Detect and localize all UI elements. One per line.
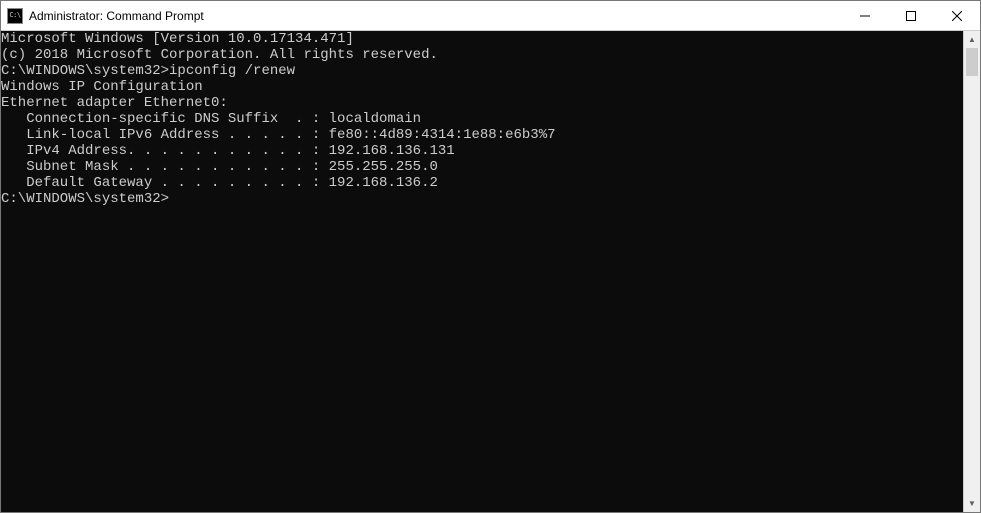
terminal-line: C:\WINDOWS\system32>ipconfig /renew xyxy=(1,63,963,79)
window-controls xyxy=(842,1,980,30)
scrollbar-track[interactable] xyxy=(964,48,980,495)
terminal-line: (c) 2018 Microsoft Corporation. All righ… xyxy=(1,47,963,63)
window-title: Administrator: Command Prompt xyxy=(29,9,204,23)
terminal-line: Connection-specific DNS Suffix . : local… xyxy=(1,111,963,127)
cmd-icon: C:\ xyxy=(7,8,23,24)
titlebar-left: C:\ Administrator: Command Prompt xyxy=(7,8,204,24)
scrollbar-up-arrow[interactable]: ▲ xyxy=(964,31,980,48)
terminal-line: IPv4 Address. . . . . . . . . . . : 192.… xyxy=(1,143,963,159)
scrollbar-thumb[interactable] xyxy=(966,48,978,76)
terminal-line: Subnet Mask . . . . . . . . . . . : 255.… xyxy=(1,159,963,175)
terminal-line: Microsoft Windows [Version 10.0.17134.47… xyxy=(1,31,963,47)
terminal-output[interactable]: Microsoft Windows [Version 10.0.17134.47… xyxy=(1,31,963,512)
command-prompt-window: C:\ Administrator: Command Prompt Micros… xyxy=(0,0,981,513)
terminal-line: Default Gateway . . . . . . . . . : 192.… xyxy=(1,175,963,191)
terminal-line: Windows IP Configuration xyxy=(1,79,963,95)
titlebar[interactable]: C:\ Administrator: Command Prompt xyxy=(1,1,980,31)
scrollbar-down-arrow[interactable]: ▼ xyxy=(964,495,980,512)
close-button[interactable] xyxy=(934,1,980,30)
terminal-container: Microsoft Windows [Version 10.0.17134.47… xyxy=(1,31,980,512)
vertical-scrollbar[interactable]: ▲ ▼ xyxy=(963,31,980,512)
maximize-button[interactable] xyxy=(888,1,934,30)
terminal-line: Link-local IPv6 Address . . . . . : fe80… xyxy=(1,127,963,143)
minimize-button[interactable] xyxy=(842,1,888,30)
terminal-line: Ethernet adapter Ethernet0: xyxy=(1,95,963,111)
terminal-line: C:\WINDOWS\system32> xyxy=(1,191,963,207)
